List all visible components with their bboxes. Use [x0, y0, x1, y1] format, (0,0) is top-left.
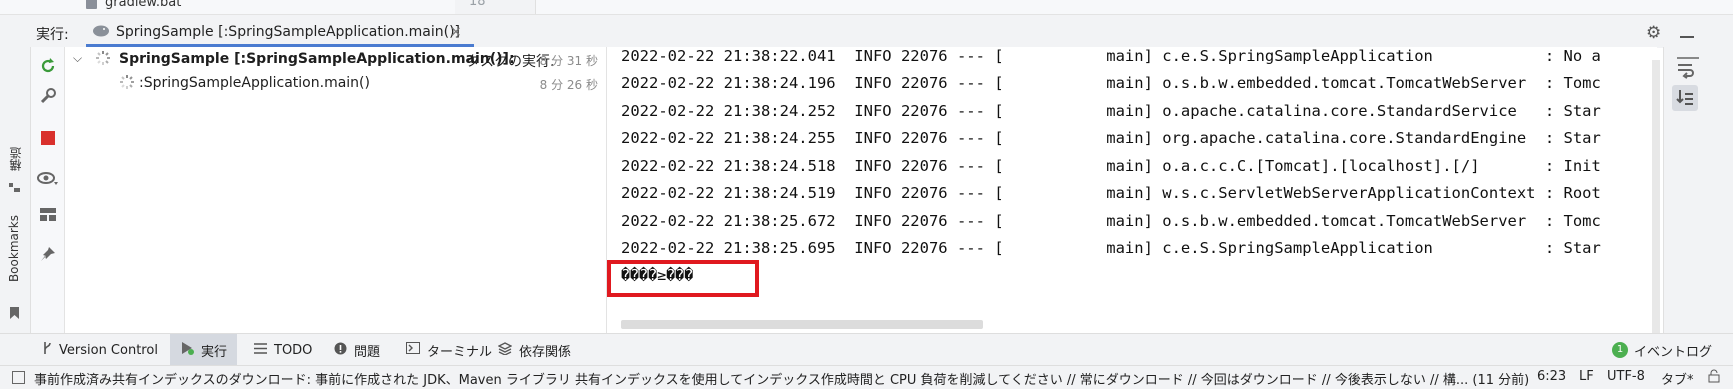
bookmarks-tool-tab[interactable]: Bookmarks [7, 215, 21, 282]
minimize-icon[interactable] [1680, 36, 1694, 38]
editor-gutter-divider [535, 0, 536, 14]
line-separator[interactable]: LF [1579, 369, 1594, 384]
hide-icon[interactable] [1677, 57, 1699, 59]
bookmark-icon [10, 307, 19, 319]
eye-icon[interactable] [31, 163, 64, 193]
horizontal-scrollbar[interactable] [621, 320, 983, 329]
console-line: 2022-02-22 21:38:25.672 INFO 22076 --- [… [621, 212, 1601, 230]
close-icon[interactable]: × [450, 24, 462, 40]
right-tool-strip [1663, 47, 1733, 333]
tab-label: TODO [274, 342, 313, 358]
pin-icon[interactable] [31, 239, 64, 269]
tab-version-control[interactable]: Version Control [42, 334, 158, 366]
scroll-to-end-icon[interactable] [1672, 85, 1698, 111]
wrench-icon[interactable] [31, 81, 64, 111]
terminal-icon [406, 342, 420, 358]
soft-wrap-icon[interactable] [1676, 61, 1696, 83]
tab-dependencies[interactable]: 依存関係 [497, 334, 572, 366]
vertical-scrollbar[interactable] [1652, 60, 1660, 333]
event-count-badge: 1 [1612, 342, 1628, 358]
tree-item-label: :SpringSampleApplication.main() [139, 75, 370, 91]
event-log-label: イベントログ [1634, 344, 1713, 360]
tree-item-root[interactable]: ⌵ SpringSample [:SpringSampleApplication… [65, 49, 606, 73]
tab-label: 依存関係 [519, 344, 572, 360]
file-encoding[interactable]: UTF-8 [1607, 369, 1645, 384]
run-window-label: 実行: [36, 27, 69, 43]
structure-tool-tab[interactable]: 構造 [7, 147, 24, 171]
console-line: 2022-02-22 21:38:25.695 INFO 22076 --- [… [621, 239, 1601, 257]
rerun-icon[interactable] [31, 51, 64, 81]
console-output[interactable]: 2022-02-22 21:38:22.041 INFO 22076 --- [… [607, 47, 1657, 333]
console-line: 2022-02-22 21:38:24.255 INFO 22076 --- [… [621, 129, 1601, 147]
tool-window-bar: Version Control 実行 TODO 問題 ターミナル 依存関係 [0, 333, 1733, 366]
lock-icon[interactable] [1708, 369, 1720, 387]
editor-peek: gradlew.bat 18 [0, 0, 1733, 14]
list-icon [254, 342, 267, 358]
run-tab-title: SpringSample [:SpringSampleApplication.m… [116, 24, 461, 40]
run-icon [180, 341, 194, 359]
gradle-elephant-icon [92, 24, 110, 38]
spinner-icon [95, 50, 111, 70]
console-line: 2022-02-22 21:38:24.519 INFO 22076 --- [… [621, 184, 1601, 202]
console-line: 2022-02-22 21:38:22.041 INFO 22076 --- [… [621, 47, 1601, 65]
status-bar: 事前作成済み共有インデックスのダウンロード: 事前に作成された JDK、Mave… [0, 365, 1733, 389]
left-tool-strip: 構造 Bookmarks [0, 47, 31, 333]
chevron-down-icon[interactable]: ⌵ [73, 51, 82, 66]
gear-icon[interactable]: ⚙ [1646, 23, 1661, 43]
caret-position[interactable]: 6:23 [1537, 369, 1566, 384]
layers-icon [497, 341, 513, 359]
tab-label: 問題 [354, 344, 381, 360]
toggle-tool-windows-icon[interactable] [12, 371, 25, 384]
tab-terminal[interactable]: ターミナル [406, 334, 492, 366]
garbled-output: ����≥��� [621, 266, 694, 284]
indent-setting[interactable]: タブ* [1661, 369, 1694, 388]
info-icon [334, 342, 347, 359]
console-line: 2022-02-22 21:38:24.518 INFO 22076 --- [… [621, 157, 1601, 175]
file-icon [86, 0, 97, 9]
layout-icon[interactable] [31, 199, 64, 229]
console-line: 2022-02-22 21:38:24.196 INFO 22076 --- [… [621, 74, 1601, 92]
tab-label: Version Control [59, 342, 158, 358]
status-message[interactable]: 事前作成済み共有インデックスのダウンロード: 事前に作成された JDK、Mave… [34, 369, 1529, 388]
run-window-header: 実行: SpringSample [:SpringSampleApplicati… [0, 14, 1733, 48]
tab-run[interactable]: 実行 [170, 334, 238, 366]
console-line: 2022-02-22 21:38:24.252 INFO 22076 --- [… [621, 102, 1601, 120]
run-tree-panel: ⌵ SpringSample [:SpringSampleApplication… [65, 47, 607, 333]
stop-icon[interactable] [31, 123, 64, 153]
event-log-button[interactable]: 1 イベントログ [1612, 339, 1712, 361]
tab-problems[interactable]: 問題 [334, 334, 380, 366]
tree-item-time: 8 分 26 秒 [539, 78, 598, 92]
tree-item-time: 8 分 31 秒 [539, 54, 598, 68]
tab-todo[interactable]: TODO [254, 334, 312, 366]
tree-item-label: SpringSample [:SpringSampleApplication.m… [119, 51, 515, 67]
spinner-icon [119, 74, 135, 94]
branch-icon [42, 341, 52, 359]
structure-icon [9, 181, 20, 192]
run-toolbar [31, 47, 65, 333]
run-configuration-tab[interactable]: SpringSample [:SpringSampleApplication.m… [86, 18, 474, 47]
tab-label: 実行 [201, 344, 228, 360]
tree-item-child[interactable]: :SpringSampleApplication.main() 8 分 26 秒 [65, 73, 606, 97]
editor-line-number: 18 [455, 0, 535, 14]
editor-file-name[interactable]: gradlew.bat [105, 0, 181, 10]
tab-label: ターミナル [427, 344, 493, 360]
